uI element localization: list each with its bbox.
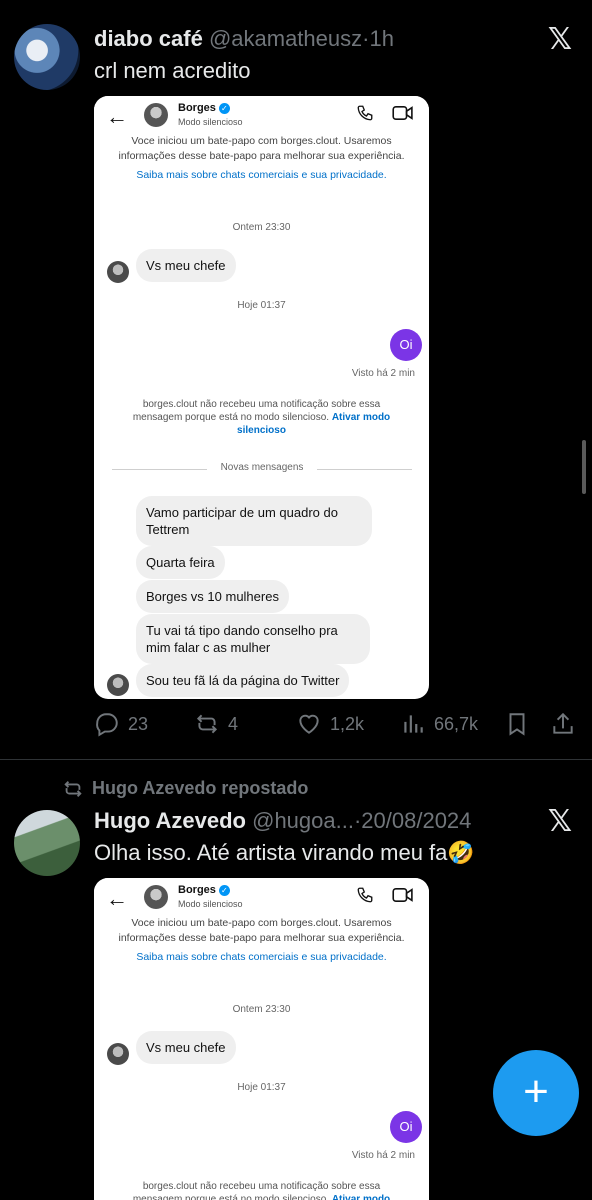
tweet-actions: 23 4 1,2k 66,7k xyxy=(94,706,584,742)
separator-label: Novas mensagens xyxy=(220,462,304,473)
dm-avatar xyxy=(144,885,168,909)
bookmark-button[interactable] xyxy=(504,706,538,742)
dm-screenshot-image[interactable]: ← Borges ✓ Modo silencioso Voce iniciou u… xyxy=(94,878,429,1200)
display-name[interactable]: diabo café xyxy=(94,26,203,51)
like-button[interactable]: 1,2k xyxy=(296,706,364,742)
dm-screenshot-image[interactable]: ← Borges ✓ Modo silencioso Voce iniciou u… xyxy=(94,96,429,699)
message-avatar xyxy=(107,674,129,696)
received-message: Vs meu chefe xyxy=(136,249,236,282)
received-message: Vamo participar de um quadro do Tettrem xyxy=(136,496,372,546)
message-avatar xyxy=(107,1043,129,1065)
views-button[interactable]: 66,7k xyxy=(400,706,478,742)
dm-header: ← Borges ✓ Modo silencioso xyxy=(94,878,429,918)
share-button[interactable] xyxy=(550,706,584,742)
view-count: 66,7k xyxy=(434,713,479,734)
reply-button[interactable]: 23 xyxy=(94,706,148,742)
timestamp-yesterday: Ontem 23:30 xyxy=(232,222,291,233)
verified-icon: ✓ xyxy=(218,884,230,896)
user-handle[interactable]: @hugoa... xyxy=(252,808,354,833)
verified-icon: ✓ xyxy=(218,102,230,114)
phone-icon xyxy=(357,887,373,903)
tweet-text: crl nem acredito xyxy=(94,58,251,83)
video-camera-icon xyxy=(392,887,413,903)
dm-status: Modo silencioso xyxy=(178,899,243,909)
dm-contact-name-text: Borges xyxy=(178,884,216,896)
seen-status: Visto há 2 min xyxy=(351,1150,415,1161)
reply-count: 23 xyxy=(128,713,149,734)
received-message: Tu vai tá tipo dando conselho pra mim fa… xyxy=(136,614,370,664)
back-arrow-icon: ← xyxy=(106,104,128,129)
x-logo-icon: 𝕏 xyxy=(547,805,573,838)
received-message: Sou teu fã lá da página do Twitter xyxy=(136,664,350,697)
display-name[interactable]: Hugo Azevedo xyxy=(94,808,246,833)
silent-mode-notice: borges.clout não recebeu uma notificação… xyxy=(124,398,399,437)
bookmark-icon xyxy=(509,713,525,736)
chat-info-text: Voce iniciou um bate-papo com borges.clo… xyxy=(118,917,405,944)
like-count: 1,2k xyxy=(330,713,365,734)
dm-contact-name: Borges ✓ xyxy=(178,102,230,114)
phone-icon xyxy=(357,105,373,121)
x-logo-icon: 𝕏 xyxy=(547,23,573,56)
dm-status: Modo silencioso xyxy=(178,117,243,127)
message-avatar xyxy=(107,261,129,283)
dm-contact-name-text: Borges xyxy=(178,102,216,114)
avatar[interactable] xyxy=(14,810,80,876)
timestamp-today: Hoje 01:37 xyxy=(237,1082,286,1093)
tweet-1[interactable]: diabo café @akamatheusz·1h 𝕏 crl nem acr… xyxy=(0,0,592,760)
seen-status: Visto há 2 min xyxy=(351,368,415,379)
heart-icon xyxy=(299,714,319,734)
scrollbar[interactable] xyxy=(582,440,586,494)
dm-avatar xyxy=(144,103,168,127)
timestamp-yesterday: Ontem 23:30 xyxy=(232,1004,291,1015)
sent-message: Oi xyxy=(390,1111,422,1143)
reply-icon xyxy=(96,713,118,737)
video-camera-icon xyxy=(392,105,413,121)
compose-button[interactable]: + xyxy=(493,1050,579,1136)
received-message: Borges vs 10 mulheres xyxy=(136,580,289,613)
privacy-link: Saiba mais sobre chats comerciais e sua … xyxy=(136,951,387,963)
received-message: Quarta feira xyxy=(136,546,225,579)
user-handle[interactable]: @akamatheusz xyxy=(209,26,362,51)
avatar[interactable] xyxy=(14,24,80,90)
repost-icon xyxy=(196,714,218,734)
tweet-text: Olha isso. Até artista virando meu fa🤣 xyxy=(94,840,475,865)
views-icon xyxy=(404,715,423,733)
silent-mode-notice: borges.clout não recebeu uma notificação… xyxy=(124,1180,399,1200)
tweet-header: Hugo Azevedo @hugoa...·20/08/2024 xyxy=(94,808,471,834)
privacy-link: Saiba mais sobre chats comerciais e sua … xyxy=(136,169,387,181)
tweet-header: diabo café @akamatheusz·1h xyxy=(94,26,394,52)
new-messages-separator: Novas mensagens xyxy=(112,462,412,476)
dm-contact-name: Borges ✓ xyxy=(178,884,230,896)
back-arrow-icon: ← xyxy=(106,886,128,911)
sent-message: Oi xyxy=(390,329,422,361)
repost-count: 4 xyxy=(228,713,239,734)
chat-info-text: Voce iniciou um bate-papo com borges.clo… xyxy=(118,135,405,162)
dm-header: ← Borges ✓ Modo silencioso xyxy=(94,96,429,136)
separator-line xyxy=(317,469,412,470)
repost-button[interactable]: 4 xyxy=(194,706,238,742)
received-message: Vs meu chefe xyxy=(136,1031,236,1064)
timestamp[interactable]: 1h xyxy=(369,26,393,51)
timestamp-today: Hoje 01:37 xyxy=(237,300,286,311)
timestamp[interactable]: 20/08/2024 xyxy=(361,808,471,833)
share-icon xyxy=(553,712,573,734)
